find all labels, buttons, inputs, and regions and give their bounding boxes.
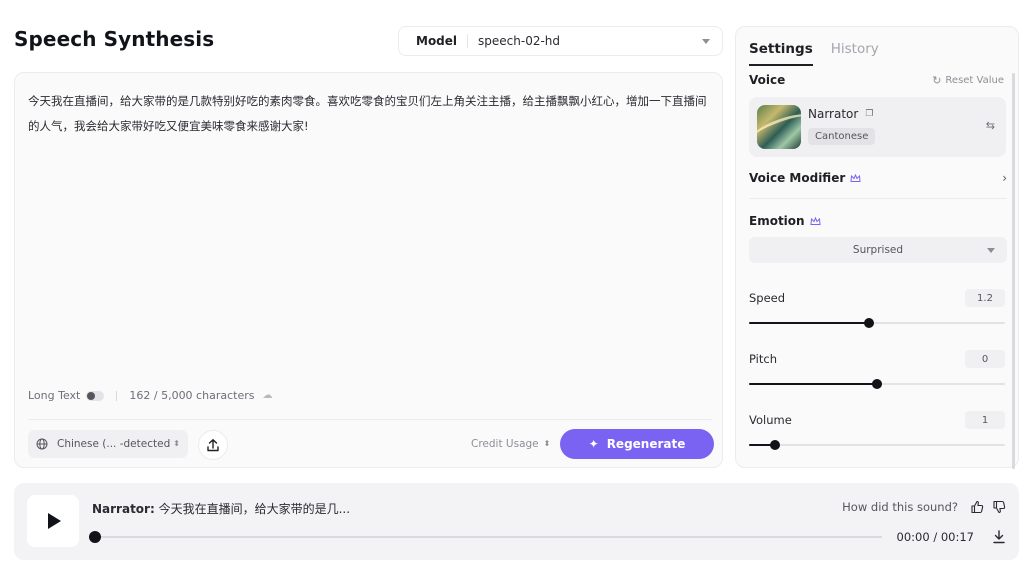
regenerate-button[interactable]: ✦ Regenerate (560, 429, 714, 459)
pitch-slider[interactable] (749, 379, 1005, 389)
swap-icon[interactable]: ⇆ (986, 119, 995, 132)
language-select[interactable]: Chinese (... -detected ⬍ (28, 430, 188, 458)
voice-modifier-row[interactable]: Voice Modifier › (749, 171, 1007, 185)
language-value: Chinese (... -detected (57, 438, 171, 450)
thumbs-down-icon[interactable] (992, 500, 1006, 514)
chevron-right-icon: › (1002, 171, 1007, 185)
credit-usage-label: Credit Usage (471, 438, 539, 450)
thumbs-up-icon[interactable] (970, 500, 984, 514)
voice-modifier-label: Voice Modifier (749, 171, 846, 185)
model-select[interactable]: Model speech-02-hd (398, 26, 723, 56)
meta-divider (116, 390, 118, 401)
volume-slider-thumb[interactable] (769, 440, 780, 450)
long-text-toggle[interactable] (86, 390, 105, 401)
play-icon (48, 513, 61, 529)
now-playing: Narrator: 今天我在直播间，给大家带的是几... (92, 500, 350, 517)
volume-label: Volume (749, 413, 792, 427)
reset-value-button[interactable]: ↻ Reset Value (932, 74, 1004, 87)
emotion-value: Surprised (852, 244, 904, 256)
credit-usage[interactable]: Credit Usage ⬍ (471, 438, 550, 450)
download-icon[interactable] (993, 530, 1005, 544)
speed-value[interactable]: 1.2 (965, 289, 1005, 307)
model-value: speech-02-hd (478, 34, 561, 48)
speed-label: Speed (749, 291, 786, 305)
emotion-title: Emotion (749, 214, 821, 228)
editor-meta: Long Text 162 / 5,000 characters ☁ (28, 389, 272, 402)
progress-thumb[interactable] (89, 531, 101, 543)
speed-slider-fill (749, 322, 870, 324)
play-button[interactable] (27, 495, 79, 547)
tab-settings[interactable]: Settings (749, 41, 813, 66)
voice-name: Narrator (808, 107, 859, 121)
upload-icon (207, 439, 219, 452)
feedback-label: How did this sound? (842, 500, 958, 514)
chevron-down-icon (702, 38, 710, 44)
reset-value-label: Reset Value (945, 75, 1004, 86)
chevron-down-icon (987, 248, 995, 253)
pitch-slider-thumb[interactable] (872, 379, 882, 389)
speed-slider-thumb[interactable] (864, 318, 875, 328)
crown-icon (810, 216, 821, 225)
updown-icon: ⬍ (173, 439, 180, 448)
volume-value[interactable]: 1 (965, 411, 1005, 429)
panel-divider (749, 198, 1007, 199)
voice-title: Voice (749, 73, 786, 87)
volume-slider[interactable] (749, 440, 1005, 450)
voice-avatar (757, 105, 801, 149)
playback-time: 00:00 / 00:17 (896, 530, 974, 544)
copy-icon[interactable]: ❐ (865, 109, 873, 119)
updown-icon: ⬍ (543, 439, 551, 448)
feedback: How did this sound? (842, 500, 1006, 514)
now-playing-text: 今天我在直播间，给大家带的是几... (158, 502, 351, 516)
text-editor[interactable]: 今天我在直播间，给大家带的是几款特别好吃的素肉零食。喜欢吃零食的宝贝们左上角关注… (14, 72, 723, 468)
character-count: 162 / 5,000 characters (129, 389, 255, 402)
model-divider (467, 34, 469, 48)
speed-slider[interactable] (749, 318, 1005, 328)
regenerate-label: Regenerate (606, 437, 686, 451)
info-icon: ☁ (262, 390, 273, 401)
panel-tabs: Settings History (749, 41, 879, 66)
pitch-value[interactable]: 0 (965, 350, 1005, 368)
panel-scrollbar[interactable] (1012, 73, 1015, 469)
voice-modifier-title: Voice Modifier (749, 171, 861, 185)
progress-bar[interactable] (92, 536, 882, 538)
sparkle-icon: ✦ (588, 437, 599, 451)
voice-card[interactable]: Narrator ❐ Cantonese ⇆ (749, 97, 1006, 157)
pitch-slider-fill (749, 383, 877, 385)
audio-player: Narrator: 今天我在直播间，给大家带的是几... How did thi… (14, 483, 1019, 560)
emotion-select[interactable]: Surprised (749, 237, 1007, 263)
settings-panel: Settings History Voice ↻ Reset Value Nar… (735, 26, 1019, 469)
page-title: Speech Synthesis (14, 27, 215, 51)
voice-name-row: Narrator ❐ (808, 107, 873, 121)
globe-icon (36, 438, 48, 450)
now-playing-narrator: Narrator: (92, 502, 155, 516)
editor-text[interactable]: 今天我在直播间，给大家带的是几款特别好吃的素肉零食。喜欢吃零食的宝贝们左上角关注… (28, 89, 708, 139)
editor-divider (28, 419, 712, 420)
model-label: Model (416, 34, 458, 48)
crown-icon (850, 173, 861, 182)
tab-history[interactable]: History (831, 41, 879, 66)
upload-button[interactable] (198, 430, 228, 460)
reset-icon: ↻ (932, 74, 942, 87)
emotion-label: Emotion (749, 214, 805, 228)
long-text-label: Long Text (28, 389, 81, 402)
voice-language-tag: Cantonese (808, 128, 876, 145)
pitch-label: Pitch (749, 352, 777, 366)
